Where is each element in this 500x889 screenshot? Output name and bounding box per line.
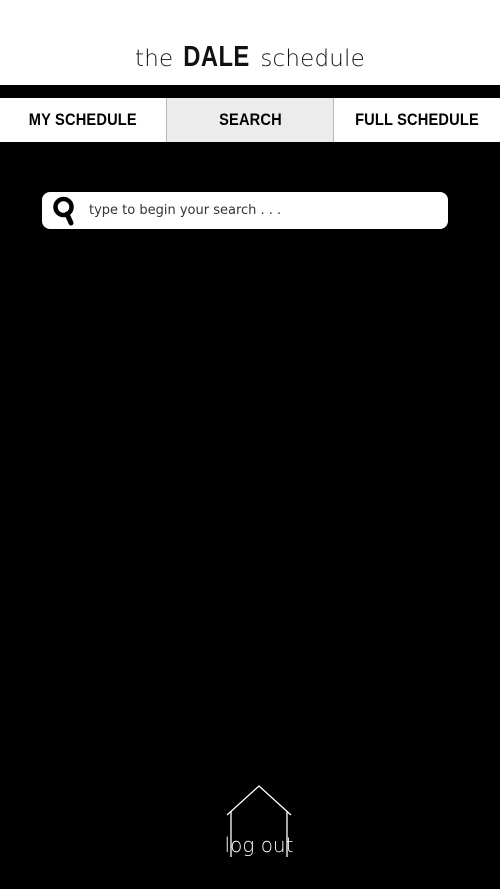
title-strong: DALE — [183, 41, 251, 73]
header: the DALE schedule — [0, 0, 500, 85]
magnifier-icon[interactable] — [48, 194, 82, 228]
tab-full-schedule[interactable]: FULL SCHEDULE — [334, 98, 500, 142]
search-input[interactable] — [87, 194, 448, 227]
tab-bar: MY SCHEDULE SEARCH FULL SCHEDULE — [0, 98, 500, 142]
title-suffix: schedule — [260, 46, 365, 72]
logout-label: log out — [224, 833, 294, 857]
app-screen: the DALE schedule MY SCHEDULE SEARCH FUL… — [0, 0, 500, 889]
tab-label: SEARCH — [218, 110, 282, 129]
tab-label: MY SCHEDULE — [28, 110, 138, 129]
tab-label: FULL SCHEDULE — [355, 110, 479, 129]
title-prefix: the — [135, 46, 174, 72]
tab-search[interactable]: SEARCH — [166, 98, 334, 142]
logout-button[interactable]: log out — [224, 783, 294, 861]
search-bar — [42, 192, 448, 229]
tab-my-schedule[interactable]: MY SCHEDULE — [0, 98, 166, 142]
app-title: the DALE schedule — [135, 41, 365, 74]
